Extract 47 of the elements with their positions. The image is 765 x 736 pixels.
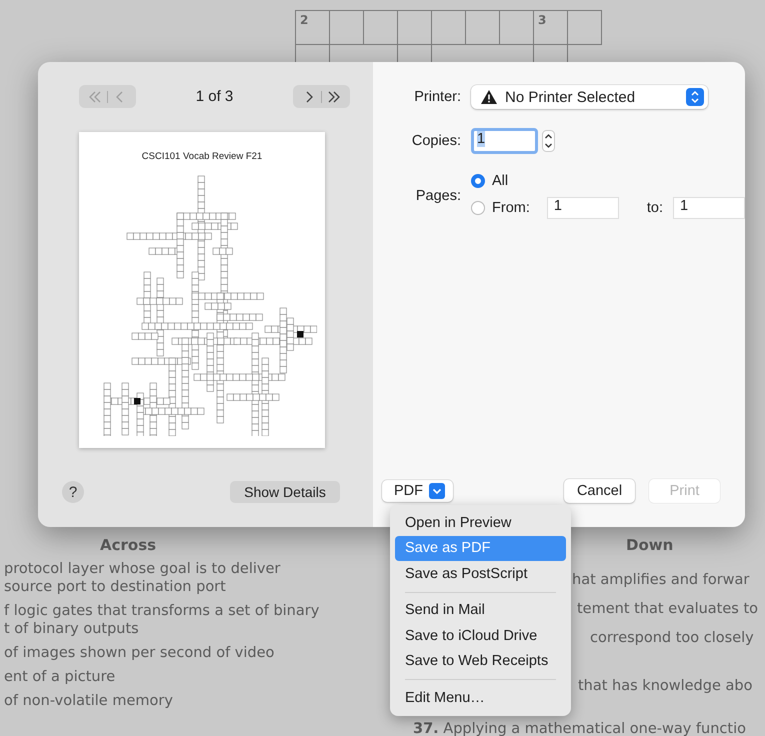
menu-item[interactable]: Open in Preview — [395, 510, 566, 536]
radio-button[interactable] — [471, 201, 486, 215]
down-heading: Down — [626, 536, 674, 554]
clue-text: of non-volatile memory — [4, 692, 174, 710]
radio-button[interactable] — [471, 174, 486, 188]
chevron-down-icon — [429, 483, 446, 499]
grid-cell — [363, 10, 398, 45]
menu-item[interactable]: Edit Menu… — [395, 685, 566, 710]
menu-item[interactable]: Save to Web Receipts — [395, 648, 566, 674]
to-label: to: — [646, 200, 663, 216]
stepper-icon[interactable] — [542, 130, 556, 152]
printer-select[interactable]: No Printer Selected — [471, 85, 708, 109]
printer-label: Printer: — [413, 89, 462, 105]
clue-text: that has knowledge abo — [578, 677, 754, 695]
clue-text: hat amplifies and forwar — [572, 571, 750, 589]
page-title: CSCI101 Vocab Review F21 — [142, 151, 262, 162]
grid-cell — [465, 10, 500, 45]
help-button[interactable]: ? — [62, 481, 84, 503]
stepper-icon — [686, 88, 704, 106]
show-details-button[interactable]: Show Details — [230, 481, 340, 503]
to-field[interactable]: 1 — [673, 197, 745, 219]
pdf-menu-button[interactable]: PDF — [382, 480, 454, 502]
double-chevron-icon — [327, 90, 341, 104]
clue-text: 37. Applying a mathematical one-way functio — [413, 720, 747, 736]
cancel-button[interactable]: Cancel — [564, 479, 636, 503]
pages-label: Pages: — [414, 188, 462, 204]
grid-cell — [431, 10, 466, 45]
clue-text: of images shown per second of video — [4, 644, 276, 662]
option-label: All — [492, 173, 508, 189]
clue-text: protocol layer whose goal is to deliver source port to destination port — [4, 560, 282, 596]
double-chevron-icon — [88, 90, 102, 104]
warning-icon — [481, 90, 498, 104]
clue-number: 2 — [300, 13, 308, 27]
copies-label: Copies: — [410, 133, 462, 149]
menu-item[interactable]: Save to iCloud Drive — [395, 623, 566, 648]
option-label: From: — [492, 200, 530, 216]
copies-field[interactable]: 1 — [471, 128, 538, 154]
menu-item[interactable]: Send in Mail — [395, 598, 566, 623]
clue-text: tement that evaluates to — [577, 600, 760, 618]
from-field[interactable]: 1 — [546, 197, 619, 219]
page-indicator: 1 of 3 — [196, 88, 234, 105]
clue-text: ent of a picture — [4, 668, 116, 686]
clue-text: correspond too closely — [590, 629, 755, 647]
across-heading: Across — [100, 536, 158, 554]
clue-text: f logic gates that transforms a set of binary t of binary outputs — [4, 602, 320, 638]
clue-number: 3 — [538, 13, 546, 27]
menu-item[interactable]: Save as PostScript — [395, 561, 566, 586]
